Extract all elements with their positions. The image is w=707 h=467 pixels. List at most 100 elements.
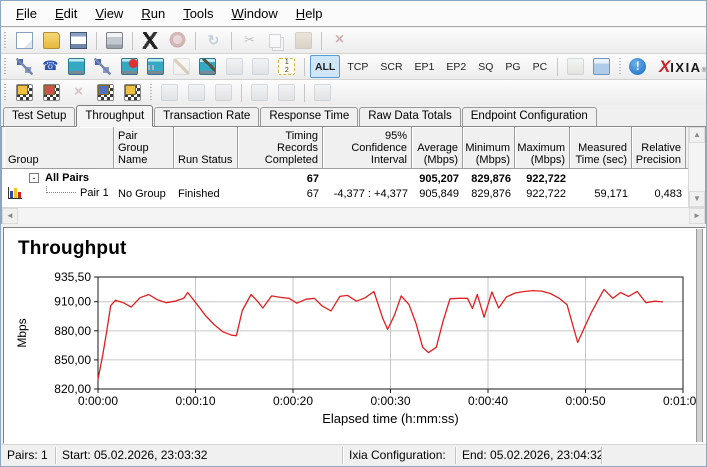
add-video-pair-button[interactable] <box>64 55 88 78</box>
vertical-scrollbar[interactable] <box>688 127 705 207</box>
toolbar-separator <box>231 31 232 50</box>
scroll-right-button[interactable] <box>689 208 705 224</box>
delete-button[interactable] <box>327 29 352 52</box>
chk-icon <box>124 84 141 101</box>
run-test-button[interactable] <box>138 29 163 52</box>
table-row-pair-1[interactable]: Pair 1 No Group Finished 67 -4,377 : +4,377 9… <box>2 186 705 201</box>
swap-endpoints-button[interactable] <box>248 55 272 78</box>
open-test-button[interactable] <box>39 29 64 52</box>
tab-response-time[interactable]: Response Time <box>260 107 359 126</box>
replicate-pair-button[interactable] <box>222 55 246 78</box>
filter-pc-button[interactable]: PC <box>528 55 553 78</box>
filter-tcp-button[interactable]: TCP <box>342 55 373 78</box>
tab-throughput[interactable]: Throughput <box>76 105 154 127</box>
cell-timing_records: 67 <box>306 172 319 185</box>
toolbar-separator <box>557 57 559 76</box>
menu-view[interactable]: View <box>86 3 132 24</box>
group-topology-button[interactable] <box>93 81 118 104</box>
add-test-group-button[interactable] <box>12 81 37 104</box>
chk-icon <box>97 84 114 101</box>
menu-tools[interactable]: Tools <box>174 3 222 24</box>
renumber-pairs-button[interactable] <box>275 55 299 78</box>
x-tick-label: 0:00:10 <box>175 394 215 408</box>
add-video-multicast-group-button[interactable] <box>117 55 141 78</box>
about-info-button[interactable] <box>626 55 650 78</box>
add-multicast-group-button[interactable] <box>91 55 115 78</box>
reorder-list-button[interactable] <box>310 81 335 104</box>
gen-icon <box>314 84 331 101</box>
add-hardware-pair-button[interactable] <box>143 55 167 78</box>
filter-ep1-button[interactable]: EP1 <box>410 55 440 78</box>
throughput-line <box>97 288 664 381</box>
pairlink-icon <box>15 58 33 75</box>
vertical-scroll-track[interactable] <box>689 143 705 191</box>
new-test-button[interactable] <box>12 29 37 52</box>
add-pair-button[interactable] <box>12 55 36 78</box>
link-pairs-button[interactable] <box>247 81 272 104</box>
info-icon <box>629 58 647 75</box>
paste-button[interactable] <box>291 29 316 52</box>
stop-icon <box>169 32 186 49</box>
filter-all-button[interactable]: ALL <box>309 55 341 78</box>
column-header-maximum: Maximum (Mbps) <box>515 127 570 168</box>
filter-pg-button[interactable]: PG <box>500 55 525 78</box>
tab-test-setup[interactable]: Test Setup <box>3 107 76 126</box>
filter-ep2-button[interactable]: EP2 <box>441 55 471 78</box>
tab-endpoint-configuration[interactable]: Endpoint Configuration <box>461 107 597 126</box>
chart-scrollbar[interactable] <box>696 229 703 442</box>
horizontal-scrollbar[interactable] <box>2 207 705 224</box>
horizontal-scroll-track[interactable] <box>18 208 689 224</box>
apply-group-button[interactable] <box>211 81 236 104</box>
group-schedule-button[interactable] <box>120 81 145 104</box>
menu-help[interactable]: Help <box>287 3 332 24</box>
tab-transaction-rate[interactable]: Transaction Rate <box>154 107 260 126</box>
menu-window[interactable]: Window <box>223 3 287 24</box>
unlink-pairs-button[interactable] <box>274 81 299 104</box>
cell-pair_group_name: No Group <box>118 187 166 200</box>
column-header-minimum: Minimum (Mbps) <box>463 127 515 168</box>
tab-raw-data-totals[interactable]: Raw Data Totals <box>359 107 461 126</box>
menu-run[interactable]: Run <box>132 3 174 24</box>
scroll-left-button[interactable] <box>2 208 18 224</box>
paste-icon <box>295 32 312 49</box>
column-header-average: Average (Mbps) <box>412 127 463 168</box>
refresh-run-button[interactable] <box>201 29 226 52</box>
edit-run-options-button[interactable] <box>196 55 220 78</box>
show-endpoint-window-button[interactable] <box>563 55 587 78</box>
stop-test-button[interactable] <box>165 29 190 52</box>
cut-icon <box>241 32 258 49</box>
launch-endpoint-button[interactable] <box>589 55 613 78</box>
filter-scr-button[interactable]: SCR <box>375 55 407 78</box>
delete-test-group-button[interactable] <box>66 81 91 104</box>
collapse-toggle[interactable]: - <box>29 173 39 183</box>
save-test-button[interactable] <box>66 29 91 52</box>
resize-group-button[interactable] <box>184 81 209 104</box>
scroll-down-button[interactable] <box>689 191 705 207</box>
tv-icon <box>68 58 86 75</box>
x-tick-label: 0:00:30 <box>370 394 410 408</box>
table-row-all-pairs[interactable]: - All Pairs 67 905,207 829,876 922,722 <box>2 171 705 186</box>
edit-pair-button[interactable] <box>170 55 194 78</box>
cut-button[interactable] <box>237 29 262 52</box>
cell-confidence: -4,377 : +4,377 <box>333 187 408 200</box>
toolbar-standard <box>1 28 706 54</box>
swap-group-button[interactable] <box>157 81 182 104</box>
column-header-confidence: 95% Confidence Interval <box>323 127 412 168</box>
filter-sq-button[interactable]: SQ <box>473 55 498 78</box>
red-cross-icon <box>70 84 87 101</box>
view-tabs: Test Setup Throughput Transaction Rate Resp… <box>1 105 706 127</box>
menu-file[interactable]: File <box>7 3 46 24</box>
cell-minimum: 829,876 <box>471 187 511 200</box>
x-axis-label: Elapsed time (h:mm:ss) <box>322 411 459 426</box>
scroll-up-button[interactable] <box>689 127 705 143</box>
cell-average: 905,849 <box>419 187 459 200</box>
add-voip-pair-button[interactable] <box>38 55 62 78</box>
toolbar-separator <box>303 57 305 76</box>
print-button[interactable] <box>102 29 127 52</box>
copy-button[interactable] <box>264 29 289 52</box>
cell-timing_records: 67 <box>306 187 319 200</box>
edit-test-group-button[interactable] <box>39 81 64 104</box>
menu-edit[interactable]: Edit <box>46 3 86 24</box>
toolbar-separator <box>132 31 133 50</box>
toolbar-separator <box>96 31 97 50</box>
